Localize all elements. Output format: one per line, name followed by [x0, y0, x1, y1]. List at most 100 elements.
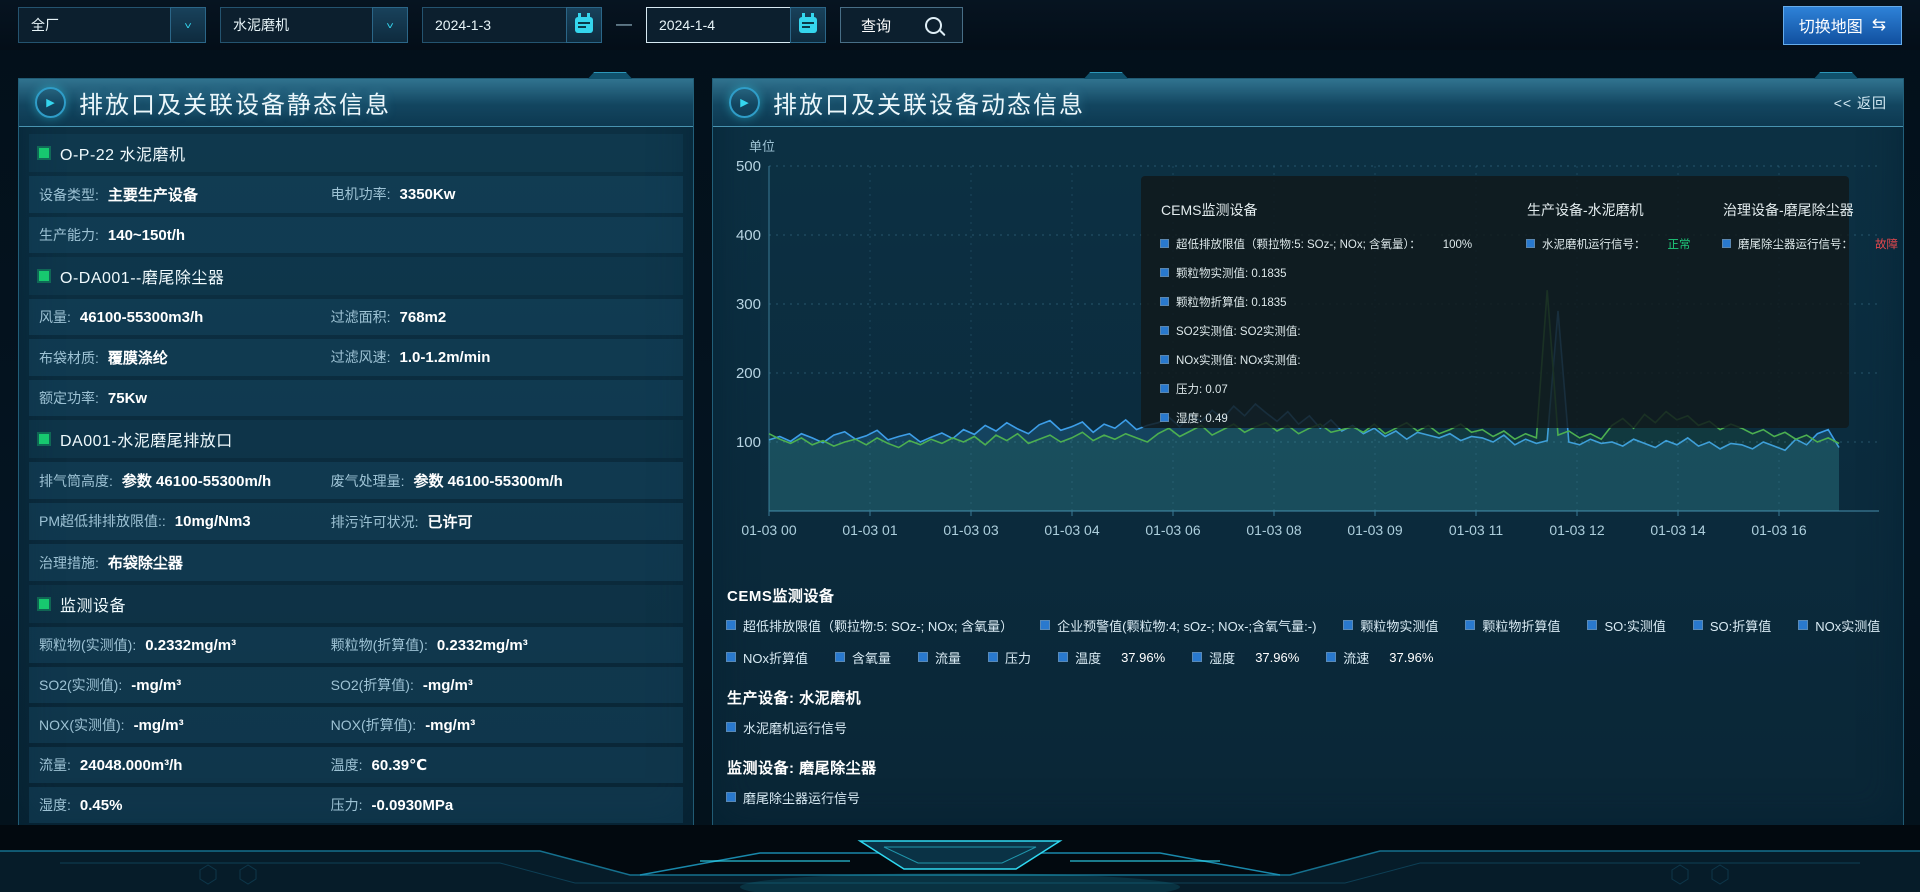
field-value: -mg/m³	[131, 677, 181, 694]
legend-item-value: 37.96%	[1389, 650, 1433, 665]
legend-item[interactable]: 超低排放限值（颗拉物:5: SOz-; NOx; 含氧量）	[727, 616, 1013, 635]
info-row: PM超低排排放限值::10mg/Nm3排污许可状况:已许可	[29, 503, 683, 540]
axis-tick-label: 400	[736, 227, 761, 244]
field-label: 过滤面积:	[331, 307, 391, 327]
blue-square-icon	[1041, 621, 1049, 629]
legend-item[interactable]: 温度37.96%	[1059, 648, 1165, 667]
info-field: 温度:60.39℃	[331, 755, 673, 775]
switch-map-button[interactable]: 切换地图 ⇆	[1783, 6, 1902, 45]
dynamic-info-header: ▶ 排放口及关联设备动态信息 << 返回	[713, 79, 1903, 127]
legend-item[interactable]: NOx折算值	[727, 648, 808, 667]
axis-tick-label: 01-03 03	[943, 522, 998, 538]
info-row: 颗粒物(实测值):0.2332mg/m³颗粒物(折算值):0.2332mg/m³	[29, 627, 683, 663]
legend-section-header: CEMS监测设备	[727, 585, 1889, 606]
legend-item-label: 磨尾除尘器运行信号	[743, 788, 860, 807]
legend-item[interactable]: 水泥磨机运行信号	[727, 718, 847, 737]
legend-item[interactable]: 压力	[989, 648, 1031, 667]
legend-item[interactable]: 流速 37.96%	[1327, 648, 1433, 667]
info-field: 设备类型:主要生产设备	[39, 184, 331, 205]
info-field: 湿度:0.45%	[39, 795, 331, 815]
info-field: 颗粒物(折算值):0.2332mg/m³	[331, 635, 673, 655]
legend-item[interactable]: NOx实测值	[1799, 616, 1880, 635]
legend-spacer	[727, 737, 1889, 749]
legend-section-header: 监测设备: 磨尾除尘器	[727, 757, 1889, 778]
blue-square-icon	[1161, 269, 1168, 276]
info-field: SO2(折算值):-mg/m³	[331, 675, 673, 695]
chevron-down-icon[interactable]: ˅	[372, 7, 408, 43]
tooltip-column: CEMS监测设备超低排放限值（颗拉物:5: SOz-; NOx; 含氧量）：10…	[1161, 194, 1501, 416]
dynamic-info-title: 排放口及关联设备动态信息	[773, 85, 1085, 120]
section-title: O-P-22 水泥磨机	[29, 134, 683, 172]
legend-item[interactable]: 颗粒物实测值	[1344, 616, 1438, 635]
device-select[interactable]: 水泥磨机 ˅	[220, 7, 408, 43]
blue-square-icon	[1161, 298, 1168, 305]
field-label: NOX(折算值):	[331, 715, 417, 735]
tooltip-item-text: 水泥磨机运行信号：	[1542, 236, 1646, 252]
chevron-down-icon[interactable]: ˅	[170, 7, 206, 43]
legend-item[interactable]: SO:折算值	[1694, 616, 1771, 635]
field-value: 覆膜涤纶	[108, 347, 168, 368]
date-from-input[interactable]: 2024-1-3	[422, 7, 602, 43]
info-row: 流量:24048.000m³/h温度:60.39℃	[29, 747, 683, 783]
legend-items: 磨尾除尘器运行信号	[727, 788, 1889, 807]
axis-tick-label: 01-03 09	[1347, 522, 1402, 538]
section-title-label: DA001-水泥磨尾排放口	[60, 427, 233, 451]
legend-item[interactable]: 流量	[919, 648, 961, 667]
field-value: 0.2332mg/m³	[145, 637, 236, 654]
query-button[interactable]: 查询	[840, 7, 963, 43]
tooltip-item: 压力: 0.07	[1161, 381, 1501, 397]
info-row: 排气筒高度:参数 46100-55300m/h废气处理量:参数 46100-55…	[29, 462, 683, 499]
info-row: 治理措施:布袋除尘器	[29, 544, 683, 581]
legend-item[interactable]: 含氧量	[836, 648, 891, 667]
time-series-chart[interactable]: 单位 10020030040050001-03 0001-03 0101-03 …	[725, 126, 1891, 566]
legend-item[interactable]: SO:实测值	[1588, 616, 1665, 635]
calendar-icon[interactable]	[790, 7, 826, 43]
legend-item[interactable]: 湿度37.96%	[1193, 648, 1299, 667]
info-field: 风量:46100-55300m3/h	[39, 307, 331, 327]
legend-item-label: 超低排放限值（颗拉物:5: SOz-; NOx; 含氧量）	[743, 616, 1013, 635]
legend-item[interactable]: 企业预警值(颗粒物:4; sOz-; NOx-;含氧气量:-)	[1041, 616, 1316, 635]
green-square-icon	[39, 271, 49, 281]
field-value: -mg/m³	[134, 717, 184, 734]
axis-tick-label: 200	[736, 365, 761, 382]
field-label: SO2(折算值):	[331, 675, 414, 695]
legend-item-label: NOx折算值	[743, 648, 808, 667]
green-square-icon	[39, 148, 49, 158]
info-field: 治理措施:布袋除尘器	[39, 552, 673, 573]
legend-item-label: 流速	[1343, 648, 1369, 667]
legend-item-label: 温度	[1075, 648, 1101, 667]
legend-item[interactable]: 磨尾除尘器运行信号	[727, 788, 860, 807]
legend-item-label: 颗粒物实测值	[1360, 616, 1438, 635]
field-label: 额定功率:	[39, 388, 99, 408]
blue-square-icon	[1059, 653, 1067, 661]
blue-square-icon	[727, 653, 735, 661]
legend-spacer	[727, 807, 1889, 819]
field-value: -0.0930MPa	[372, 797, 454, 814]
info-row: 额定功率:75Kw	[29, 380, 683, 416]
field-value: 10mg/Nm3	[175, 513, 251, 530]
field-label: 排气筒高度:	[39, 471, 113, 491]
legend-item[interactable]: 颗粒物折算值	[1466, 616, 1560, 635]
axis-tick-label: 01-03 11	[1449, 522, 1503, 538]
blue-square-icon	[1344, 621, 1352, 629]
info-field: SO2(实测值):-mg/m³	[39, 675, 331, 695]
tooltip-item: SO2实测值: SO2实测值:	[1161, 323, 1501, 339]
date-to-input[interactable]: 2024-1-4	[646, 7, 826, 43]
blue-square-icon	[1161, 240, 1168, 247]
blue-square-icon	[1327, 653, 1335, 661]
blue-square-icon	[919, 653, 927, 661]
field-label: 风量:	[39, 307, 71, 327]
green-square-icon	[39, 434, 49, 444]
info-field: NOX(折算值):-mg/m³	[331, 715, 673, 735]
field-value: 24048.000m³/h	[80, 757, 183, 774]
plant-select[interactable]: 全厂 ˅	[18, 7, 206, 43]
axis-tick-label: 01-03 04	[1044, 522, 1099, 538]
field-label: PM超低排排放限值::	[39, 511, 166, 531]
info-row: 湿度:0.45%压力:-0.0930MPa	[29, 787, 683, 823]
blue-square-icon	[727, 723, 735, 731]
query-button-label: 查询	[861, 15, 891, 36]
field-label: 温度:	[331, 755, 363, 775]
back-link[interactable]: << 返回	[1834, 93, 1887, 113]
calendar-icon[interactable]	[566, 7, 602, 43]
section-title: DA001-水泥磨尾排放口	[29, 420, 683, 458]
